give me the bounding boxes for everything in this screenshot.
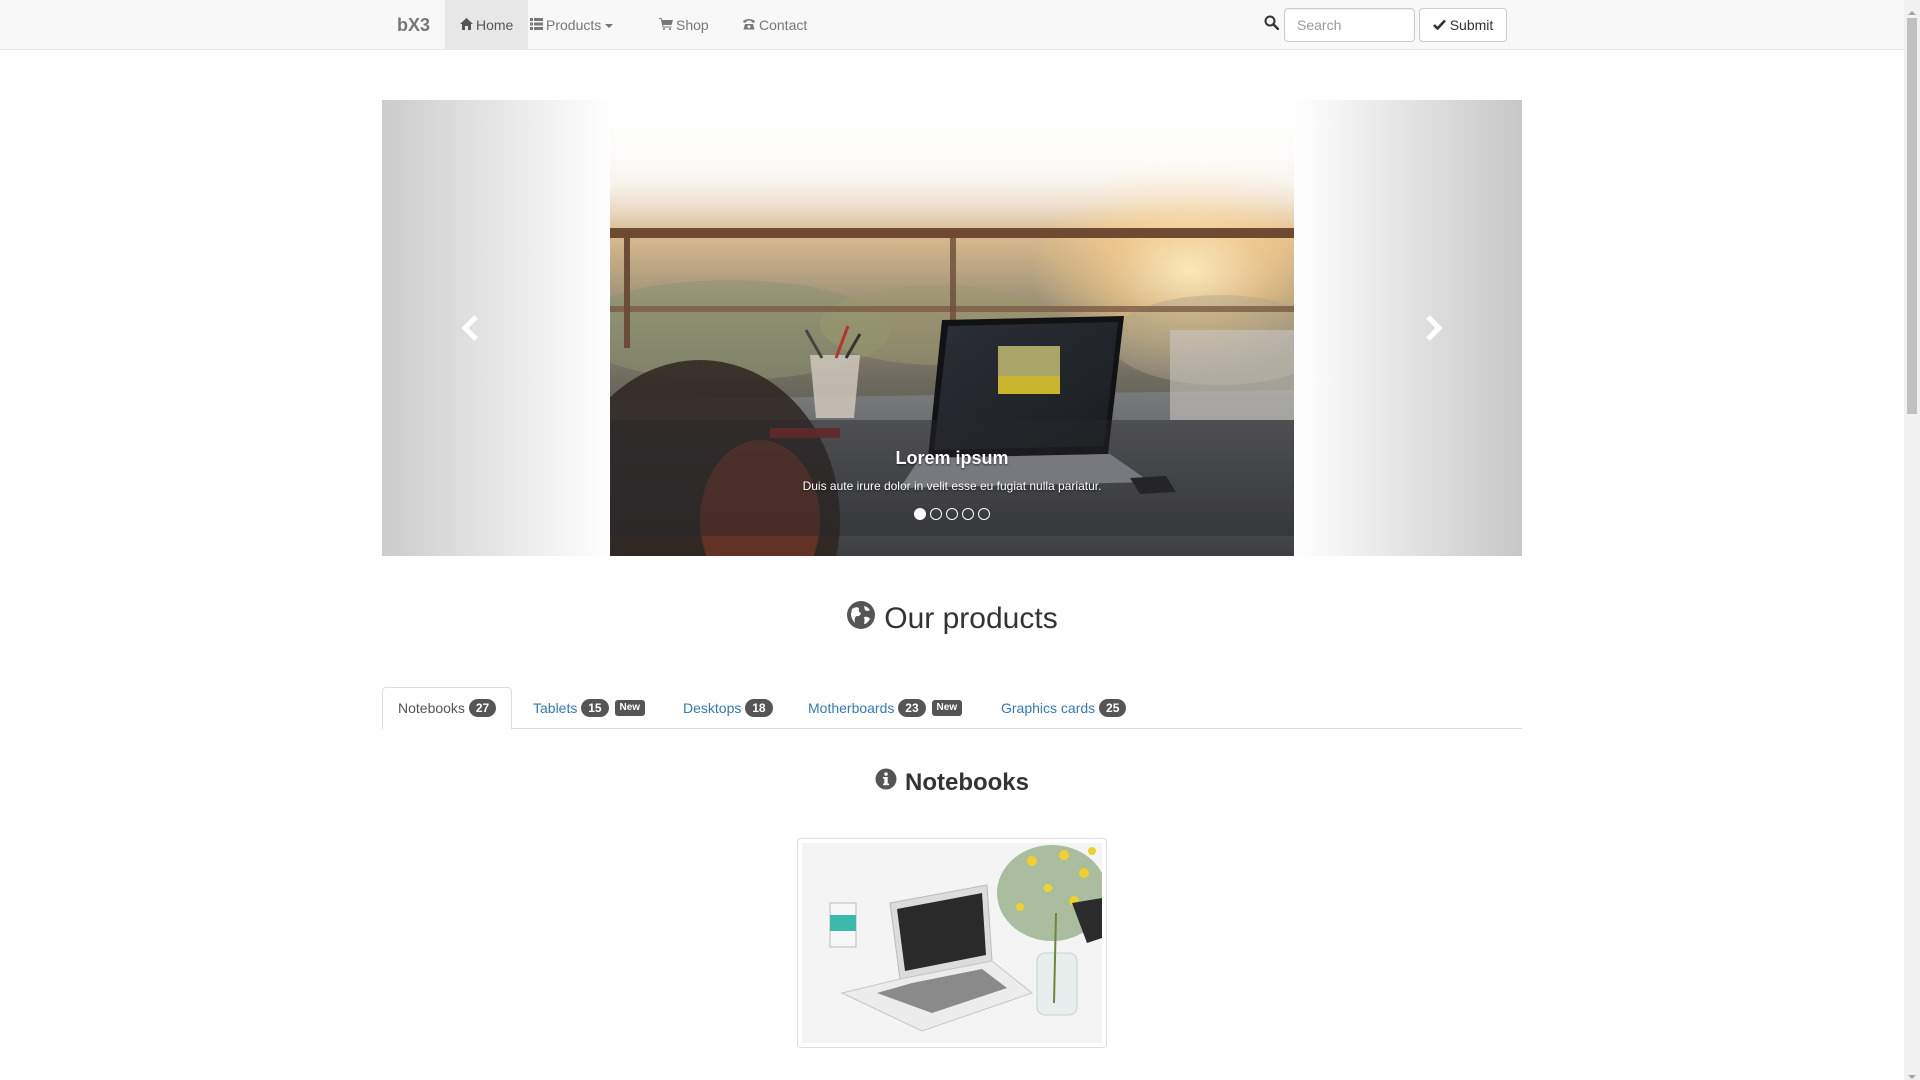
nav-products-label: Products — [546, 17, 602, 33]
slide-top-fade — [610, 100, 1294, 230]
tab-tablets-label: Tablets — [533, 700, 578, 716]
count-badge: 25 — [1099, 699, 1127, 718]
scroll-up-arrow-icon[interactable] — [1908, 4, 1916, 15]
new-label: New — [614, 700, 646, 717]
navbar-container: bX3 Home Products Shop Contact Search Su… — [382, 0, 1522, 50]
page-scrollbar[interactable] — [1904, 0, 1920, 1080]
scroll-down-arrow-icon[interactable] — [1908, 1068, 1916, 1079]
chevron-right-icon — [1418, 313, 1448, 343]
top-navbar: bX3 Home Products Shop Contact Search Su… — [0, 0, 1904, 50]
carousel-indicator-2[interactable] — [930, 508, 942, 520]
list-icon — [530, 0, 543, 50]
carousel-indicators — [610, 508, 1294, 520]
nav-shop[interactable]: Shop — [644, 0, 724, 50]
tab-motherboards-label: Motherboards — [808, 700, 895, 716]
phone-icon — [742, 0, 756, 50]
chevron-down-icon — [605, 24, 614, 29]
section-title-text: Our products — [884, 602, 1058, 635]
tab-motherboards[interactable]: Motherboards 23 New — [792, 687, 978, 729]
nav-contact-label: Contact — [759, 17, 808, 33]
tab-notebooks[interactable]: Notebooks 27 — [382, 687, 513, 730]
image-carousel: Lorem ipsum Duis aute irure dolor in vel… — [382, 100, 1522, 556]
tab-notebooks-label: Notebooks — [398, 700, 465, 716]
product-thumbnail[interactable] — [797, 838, 1107, 1048]
count-badge: 23 — [898, 699, 926, 718]
tab-panel-title: Notebooks — [382, 768, 1522, 797]
scrollbar-thumb[interactable] — [1907, 18, 1917, 414]
notebook-photo — [802, 843, 1102, 1043]
nav-home-label: Home — [476, 17, 514, 33]
home-icon — [460, 0, 473, 50]
carousel-indicator-5[interactable] — [978, 508, 990, 520]
search-input[interactable] — [1284, 8, 1415, 42]
product-tabs: Notebooks 27 Tablets 15 New Desktops 18 … — [382, 687, 1522, 730]
new-label: New — [931, 700, 963, 717]
count-badge: 27 — [468, 699, 497, 718]
brand-logo[interactable]: bX3 — [382, 0, 445, 50]
tab-graphics-cards[interactable]: Graphics cards 25 — [985, 687, 1142, 729]
submit-button-label: Submit — [1449, 17, 1494, 33]
submit-button[interactable]: Submit — [1419, 8, 1507, 42]
tab-desktops-label: Desktops — [683, 700, 742, 716]
globe-icon — [846, 600, 876, 638]
shopping-cart-icon — [659, 0, 673, 50]
carousel-prev-control[interactable] — [382, 100, 610, 556]
carousel-slide: Lorem ipsum Duis aute irure dolor in vel… — [610, 100, 1294, 556]
count-badge: 15 — [581, 699, 609, 718]
carousel-indicator-4[interactable] — [962, 508, 974, 520]
chevron-left-icon — [456, 313, 486, 343]
notebook-product-image — [802, 843, 1102, 1043]
nav-contact[interactable]: Contact — [727, 0, 822, 50]
carousel-caption-text: Duis aute irure dolor in velit esse eu f… — [802, 479, 1102, 493]
tab-desktops[interactable]: Desktops 18 — [667, 687, 789, 729]
info-sign-icon — [875, 768, 897, 797]
carousel-next-control[interactable] — [1294, 100, 1522, 556]
nav-shop-label: Shop — [676, 17, 709, 33]
carousel-indicator-3[interactable] — [946, 508, 958, 520]
tab-panel-title-text: Notebooks — [904, 768, 1029, 796]
carousel-indicator-1[interactable] — [914, 508, 926, 520]
carousel-caption-title: Lorem ipsum — [895, 448, 1009, 468]
nav-products-dropdown[interactable]: Products — [515, 0, 628, 50]
tab-tablets[interactable]: Tablets 15 New — [517, 687, 661, 729]
checkmark-icon — [1432, 17, 1446, 33]
section-title: Our products — [382, 600, 1522, 638]
count-badge: 18 — [745, 699, 773, 718]
search-icon — [1264, 15, 1280, 31]
tab-graphics-cards-label: Graphics cards — [1001, 700, 1096, 716]
